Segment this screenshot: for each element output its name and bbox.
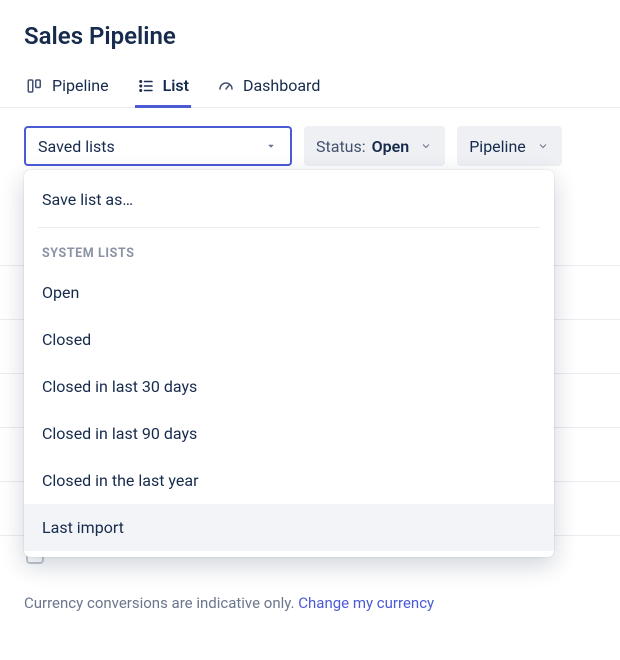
menu-item-closed[interactable]: Closed (24, 316, 554, 363)
menu-item-last-import[interactable]: Last import (24, 504, 554, 551)
caret-down-icon (264, 139, 278, 153)
tab-label: Pipeline (52, 76, 109, 95)
footer-text: Currency conversions are indicative only… (24, 594, 298, 612)
menu-item-open[interactable]: Open (24, 269, 554, 316)
filter-label: Pipeline (469, 137, 526, 156)
menu-divider (38, 227, 540, 228)
list-icon (137, 77, 155, 95)
dropdown-label: Saved lists (38, 137, 115, 156)
tab-dashboard[interactable]: Dashboard (215, 68, 322, 108)
menu-item-closed-year[interactable]: Closed in the last year (24, 457, 554, 504)
filter-value: Open (372, 137, 410, 156)
change-currency-link[interactable]: Change my currency (298, 594, 434, 612)
tab-label: Dashboard (243, 76, 320, 95)
saved-lists-menu: Save list as… SYSTEM LISTS Open Closed C… (24, 170, 554, 557)
page-title: Sales Pipeline (24, 22, 596, 50)
menu-item-closed-90[interactable]: Closed in last 90 days (24, 410, 554, 457)
menu-item-save-as[interactable]: Save list as… (24, 176, 554, 223)
tab-label: List (163, 76, 189, 95)
filter-label: Status: (316, 137, 366, 156)
chevron-down-icon (536, 139, 550, 153)
tab-list[interactable]: List (135, 68, 191, 108)
view-tabs: Pipeline List Da (0, 68, 620, 108)
filter-bar: Saved lists Status: Open Pipeline (24, 108, 596, 178)
tab-pipeline[interactable]: Pipeline (24, 68, 111, 108)
menu-section-header: SYSTEM LISTS (24, 232, 554, 269)
pipeline-filter[interactable]: Pipeline (457, 126, 562, 166)
gauge-icon (217, 77, 235, 95)
status-filter[interactable]: Status: Open (304, 126, 445, 166)
kanban-icon (26, 77, 44, 95)
menu-item-closed-30[interactable]: Closed in last 30 days (24, 363, 554, 410)
saved-lists-dropdown[interactable]: Saved lists (24, 126, 292, 166)
currency-footer: Currency conversions are indicative only… (24, 594, 434, 612)
chevron-down-icon (419, 139, 433, 153)
